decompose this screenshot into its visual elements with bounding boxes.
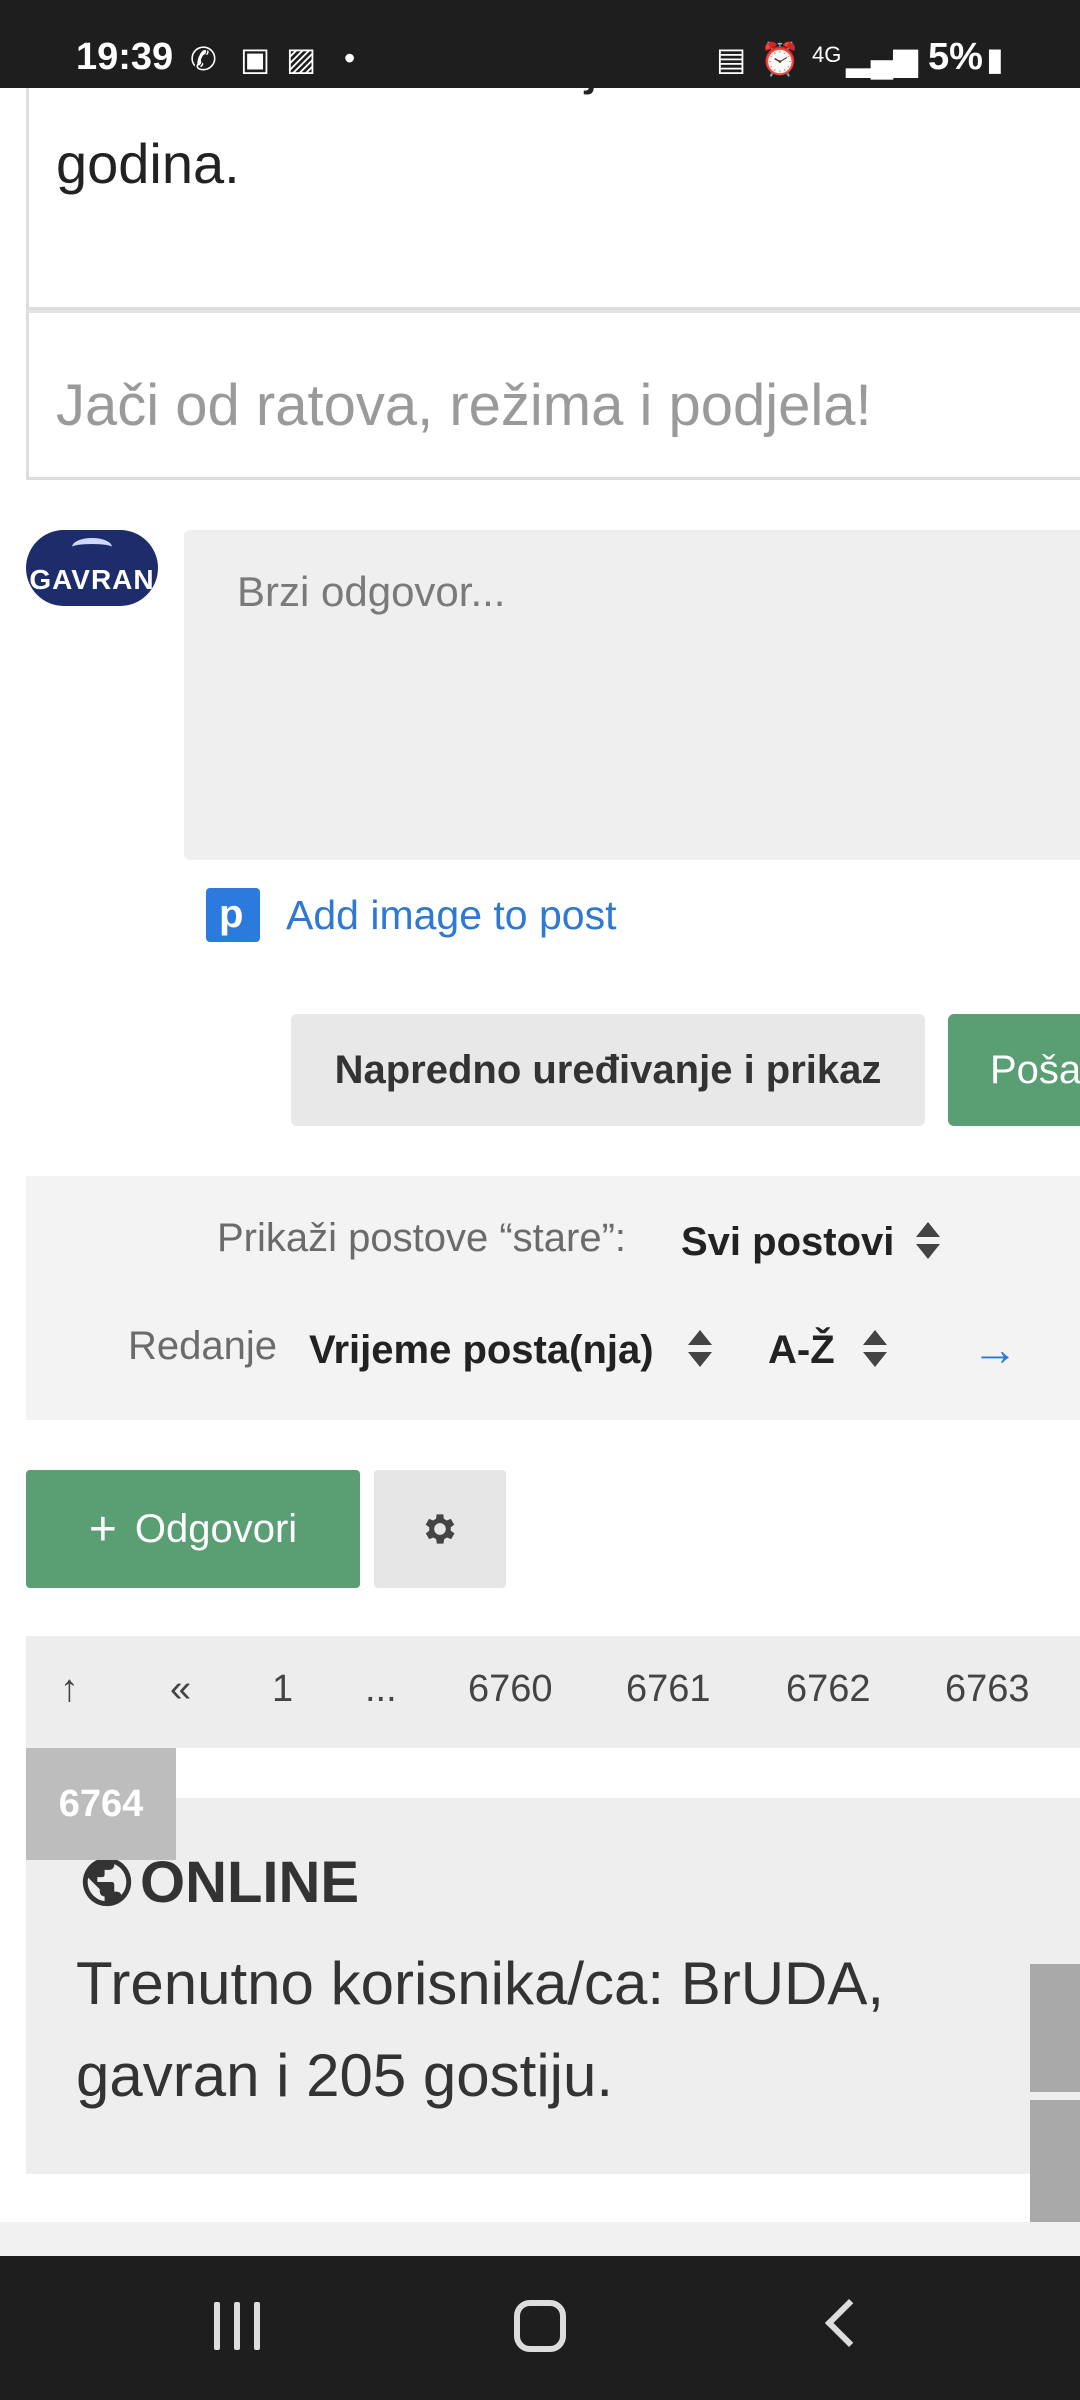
gallery-icon: ▨: [286, 41, 317, 77]
outlook-icon: ▣: [240, 41, 271, 77]
quick-reply-placeholder: Brzi odgovor...: [237, 568, 506, 615]
arrow-right-icon[interactable]: →: [972, 1322, 1018, 1376]
battery-saver-icon: ▤: [716, 41, 747, 77]
age-filter-select[interactable]: Svi postovi: [681, 1220, 894, 1265]
avatar-label: GAVRAN: [29, 564, 155, 595]
first-page-icon[interactable]: «: [170, 1668, 191, 1711]
reply-button[interactable]: + Odgovori: [26, 1470, 360, 1588]
order-select[interactable]: A-Ž: [768, 1328, 835, 1373]
postimage-icon: p: [206, 888, 260, 942]
avatar[interactable]: GAVRAN: [26, 530, 158, 606]
current-page: 6764: [26, 1748, 176, 1860]
scroll-up-tab[interactable]: [1030, 1964, 1080, 2092]
alarm-icon: ⏰: [760, 41, 800, 77]
network-4g-icon: 4G: [812, 42, 842, 67]
scroll-top-icon[interactable]: ↑: [60, 1668, 79, 1711]
recents-icon[interactable]: [214, 2302, 262, 2350]
online-users-text: Trenutno korisnika/ca: BrUDA, gavran i 2…: [76, 1938, 976, 2122]
gavran-logo-icon: [72, 538, 112, 556]
display-options-panel: [26, 1176, 1080, 1420]
battery-charging-icon: ▮: [986, 41, 1004, 77]
gear-icon: [425, 1514, 455, 1544]
page-link[interactable]: 1: [272, 1668, 293, 1711]
dot-icon: •: [344, 40, 356, 76]
sort-select[interactable]: Vrijeme posta(nja): [309, 1328, 654, 1373]
select-arrows-icon: [916, 1222, 940, 1262]
status-bar: 19:39 ✆ ▣ ▨ • ▤ ⏰ 4G ▂▄▆ 5% ▮: [0, 0, 1080, 88]
page-link[interactable]: 6763: [945, 1668, 1030, 1711]
settings-button[interactable]: [374, 1470, 506, 1588]
page-link[interactable]: 6760: [468, 1668, 553, 1711]
page-link[interactable]: 6761: [626, 1668, 711, 1711]
sort-label: Redanje: [128, 1324, 278, 1368]
select-arrows-icon: [688, 1330, 712, 1370]
globe-icon: [82, 1857, 132, 1907]
add-image-link[interactable]: p Add image to post: [206, 888, 616, 942]
signal-icon: ▂▄▆: [846, 41, 918, 77]
footer-strip: [0, 2222, 1080, 2256]
add-image-label: Add image to post: [286, 891, 617, 938]
send-button[interactable]: Pošalji: [948, 1014, 1080, 1126]
plus-icon: +: [88, 1502, 117, 1556]
scroll-down-tab[interactable]: [1030, 2100, 1080, 2228]
page-link[interactable]: 6762: [786, 1668, 871, 1711]
page-ellipsis: ...: [365, 1668, 397, 1710]
home-icon[interactable]: [514, 2300, 566, 2352]
post-signature: Jači od ratova, režima i podjela!: [56, 373, 872, 438]
age-filter-label: Prikaži postove “stare”:: [217, 1216, 627, 1260]
advanced-edit-button[interactable]: Napredno uređivanje i prikaz: [291, 1014, 925, 1126]
status-time: 19:39: [76, 36, 174, 78]
reply-button-label: Odgovori: [134, 1506, 298, 1551]
online-users-line: Trenutno korisnika/ca: BrUDA,: [76, 1950, 885, 2017]
post-text-line: godina.: [56, 132, 240, 195]
battery-percent: 5%: [928, 36, 983, 78]
phone-call-icon: ✆: [190, 41, 217, 77]
select-arrows-icon: [863, 1330, 887, 1370]
online-users-line: gavran i 205 gostiju.: [76, 2042, 614, 2109]
